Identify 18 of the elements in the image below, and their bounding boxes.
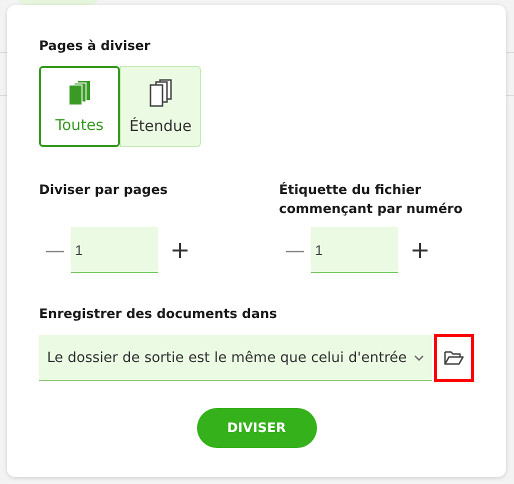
decrement-button[interactable]: — bbox=[39, 238, 71, 262]
pages-stack-icon bbox=[148, 78, 172, 106]
page-mode-toggle[interactable]: Toutes bbox=[39, 66, 120, 147]
number-field[interactable]: 1 bbox=[311, 227, 398, 273]
field-label: Étiquette du fichier commençant par numéro bbox=[279, 181, 464, 219]
increment-button[interactable]: + bbox=[404, 236, 436, 264]
decrement-button[interactable]: — bbox=[279, 238, 311, 262]
output-folder-dropdown[interactable]: Le dossier de sortie est le même que celui d'entrée bbox=[39, 335, 432, 381]
pages-stack-icon bbox=[68, 80, 92, 106]
page-mode-toggle[interactable]: Étendue bbox=[120, 66, 201, 147]
folder-icon bbox=[444, 350, 464, 366]
field-label: Diviser par pages bbox=[39, 182, 169, 200]
field-label: Enregistrer des documents dans bbox=[39, 307, 278, 322]
chevron-down-icon bbox=[414, 354, 424, 360]
number-field[interactable]: 1 bbox=[71, 227, 158, 273]
section-label: Pages à diviser bbox=[39, 39, 152, 54]
increment-button[interactable]: + bbox=[164, 236, 196, 264]
browse-folder-button[interactable] bbox=[434, 334, 474, 382]
